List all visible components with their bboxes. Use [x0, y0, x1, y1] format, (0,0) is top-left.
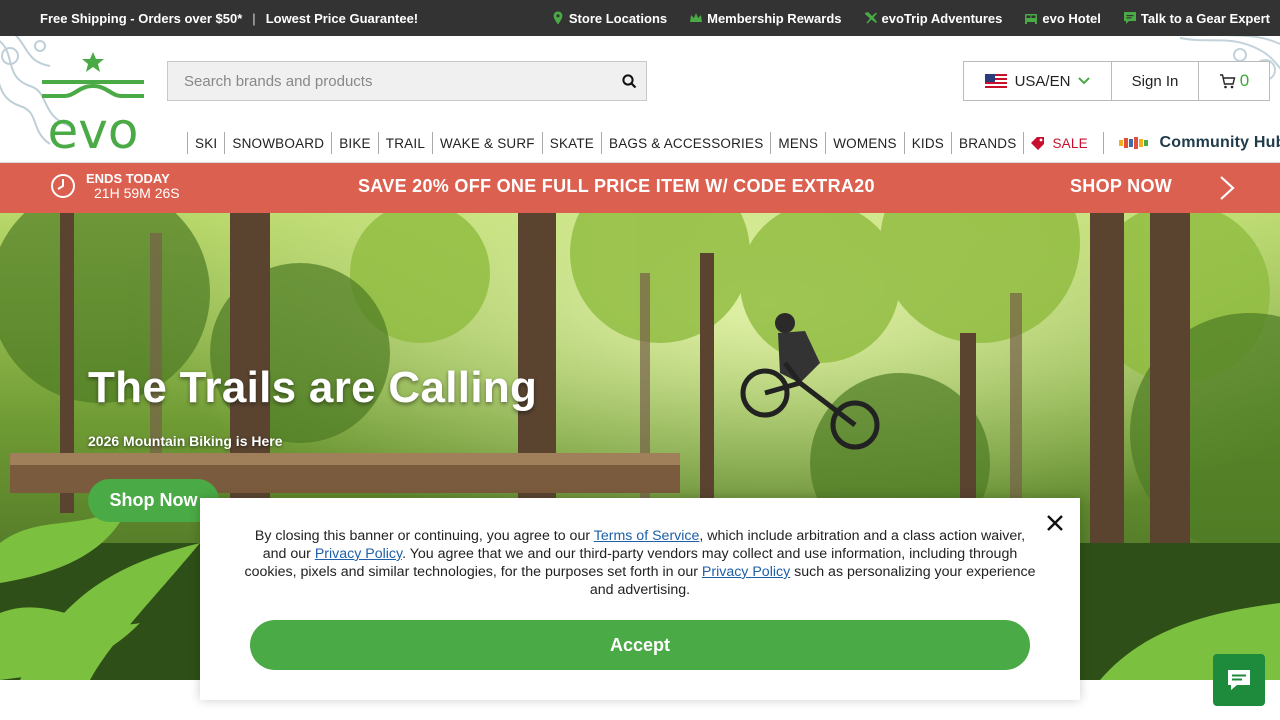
account-controls: USA/EN Sign In 0: [963, 61, 1270, 101]
countdown-value: 21H 59M 26S: [94, 185, 180, 201]
cookie-consent-banner: By closing this banner or continuing, yo…: [200, 498, 1080, 700]
us-flag-icon: [984, 74, 1007, 88]
chevron-down-icon: [1078, 77, 1091, 85]
search-input[interactable]: [168, 62, 612, 100]
gear-expert-link[interactable]: Talk to a Gear Expert: [1123, 11, 1270, 26]
terms-of-service-link[interactable]: Terms of Service: [594, 528, 700, 544]
cart-icon: [1219, 73, 1236, 88]
plane-icon: [864, 12, 877, 24]
privacy-policy-link-2[interactable]: Privacy Policy: [702, 564, 790, 580]
cookie-text-part-1: By closing this banner or continuing, yo…: [254, 528, 594, 544]
search-button[interactable]: [612, 62, 646, 100]
utility-separator: |: [252, 10, 256, 26]
cookie-consent-text: By closing this banner or continuing, yo…: [244, 527, 1036, 599]
membership-rewards-link[interactable]: Membership Rewards: [689, 10, 842, 26]
accept-button[interactable]: Accept: [250, 620, 1030, 670]
evotrip-label: evoTrip Adventures: [881, 10, 1003, 26]
chat-icon: [1228, 670, 1250, 690]
promo-message: SAVE 20% OFF ONE FULL PRICE ITEM W/ CODE…: [358, 176, 875, 196]
chat-widget-button[interactable]: [1213, 654, 1265, 706]
sale-label: SALE: [1052, 135, 1088, 151]
cart-count: 0: [1239, 71, 1250, 90]
nav-item-bike[interactable]: BIKE: [331, 132, 378, 154]
free-shipping-text: Free Shipping - Orders over $50*: [40, 10, 243, 26]
sign-in-button[interactable]: Sign In: [1112, 62, 1199, 100]
gear-expert-label: Talk to a Gear Expert: [1140, 10, 1270, 26]
main-nav: SKI SNOWBOARD BIKE TRAIL WAKE & SURF SKA…: [187, 128, 1280, 158]
hero-title: The Trails are Calling: [88, 363, 538, 412]
page: Free Shipping - Orders over $50* | Lowes…: [0, 0, 1280, 720]
membership-rewards-label: Membership Rewards: [707, 10, 842, 26]
nav-item-brands[interactable]: BRANDS: [951, 132, 1023, 154]
promo-shop-now-link[interactable]: SHOP NOW: [1070, 176, 1172, 197]
countdown-timer: ENDS TODAY 21H 59M 26S: [50, 171, 180, 201]
evo-logo[interactable]: evo: [34, 50, 152, 154]
locale-selector[interactable]: USA/EN: [964, 62, 1112, 100]
nav-item-sale[interactable]: SALE: [1023, 132, 1103, 154]
price-tag-icon: [1031, 137, 1045, 150]
locale-label: USA/EN: [1014, 72, 1071, 90]
utility-promos: Free Shipping - Orders over $50* | Lowes…: [40, 0, 418, 36]
nav-item-mens[interactable]: MENS: [770, 132, 825, 154]
logo-wordmark: evo: [48, 102, 139, 154]
store-locations-link[interactable]: Store Locations: [551, 11, 667, 26]
clock-icon: [51, 174, 75, 198]
chat-bubble-icon: [1123, 12, 1136, 24]
privacy-policy-link[interactable]: Privacy Policy: [315, 546, 402, 562]
bed-icon: [1025, 14, 1038, 24]
sign-in-label: Sign In: [1131, 72, 1179, 90]
nav-item-kids[interactable]: KIDS: [903, 132, 951, 154]
evo-hotel-link[interactable]: evo Hotel: [1024, 11, 1101, 26]
search-icon: [621, 73, 636, 88]
nav-item-bags-accessories[interactable]: BAGS & ACCESSORIES: [601, 132, 770, 154]
search-bar: [167, 61, 647, 101]
nav-item-skate[interactable]: SKATE: [541, 132, 601, 154]
nav-item-wake-surf[interactable]: WAKE & SURF: [432, 132, 542, 154]
price-guarantee-text: Lowest Price Guarantee!: [265, 10, 419, 26]
ends-today-label: ENDS TODAY: [86, 171, 170, 186]
community-hub-label: Community Hub: [1159, 134, 1280, 151]
nav-item-snowboard[interactable]: SNOWBOARD: [224, 132, 331, 154]
utility-bar: Free Shipping - Orders over $50* | Lowes…: [0, 0, 1280, 36]
nav-item-trail[interactable]: TRAIL: [377, 132, 432, 154]
nav-item-womens[interactable]: WOMENS: [825, 132, 903, 154]
map-pin-icon: [553, 11, 563, 25]
close-icon[interactable]: [1044, 512, 1066, 534]
promo-banner: ENDS TODAY 21H 59M 26S SAVE 20% OFF ONE …: [0, 163, 1280, 213]
crown-icon: [690, 13, 703, 22]
evo-hotel-label: evo Hotel: [1042, 10, 1101, 26]
chevron-right-icon[interactable]: [1218, 175, 1236, 201]
evotrip-link[interactable]: evoTrip Adventures: [864, 10, 1003, 26]
site-header: evo USA/EN Sign In 0: [0, 36, 1280, 163]
community-hub-icon: [1119, 137, 1149, 149]
nav-item-community-hub[interactable]: Community Hub: [1103, 132, 1280, 154]
hero-subtitle: 2026 Mountain Biking is Here: [88, 433, 283, 449]
cart-button[interactable]: 0: [1199, 62, 1269, 100]
nav-item-ski[interactable]: SKI: [187, 132, 224, 154]
utility-links: Store Locations Membership Rewards evoTr…: [551, 0, 1270, 36]
store-locations-label: Store Locations: [568, 10, 668, 26]
